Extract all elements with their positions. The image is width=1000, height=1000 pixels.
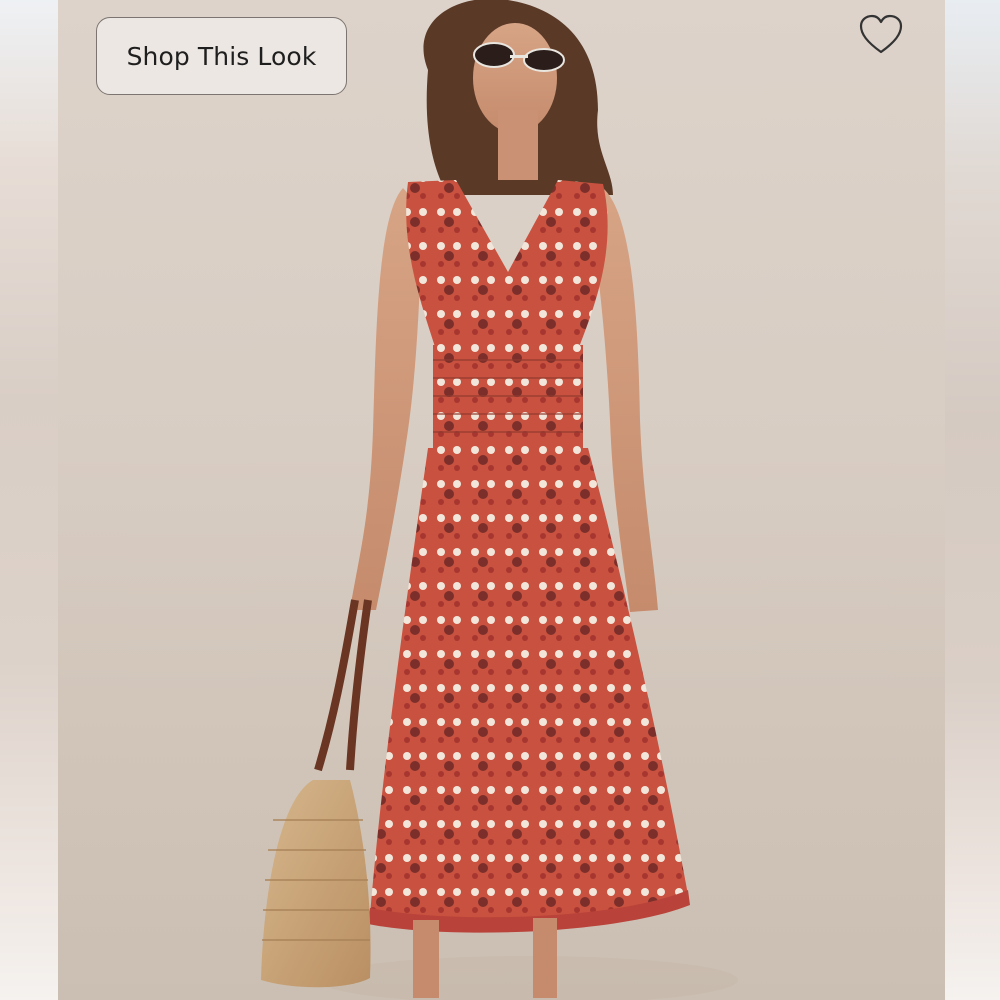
model-illustration <box>261 0 738 1000</box>
shop-this-look-button[interactable]: Shop This Look <box>96 17 347 95</box>
product-model-photo[interactable] <box>58 0 945 1000</box>
product-photo-viewer: Shop This Look <box>0 0 1000 1000</box>
blurred-background-left <box>0 0 58 1000</box>
blurred-background-right <box>945 0 1000 1000</box>
favorite-button[interactable] <box>857 12 905 58</box>
heart-outline-icon <box>859 14 903 54</box>
